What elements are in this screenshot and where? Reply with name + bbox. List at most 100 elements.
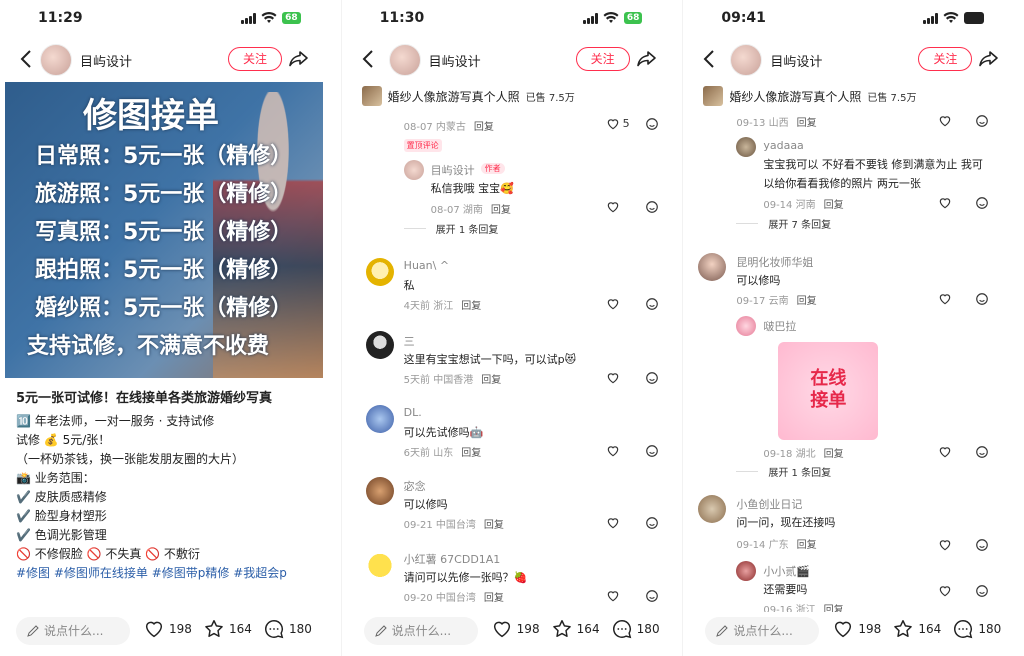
heart-icon[interactable] <box>938 196 952 210</box>
collect-button[interactable]: 164 <box>551 618 600 640</box>
back-icon[interactable] <box>699 48 721 70</box>
post-tags[interactable]: #修图 #修图师在线接单 #修图带p精修 #我超会p <box>16 564 326 583</box>
poster-line: 日常照：5元一张（精修） <box>35 144 293 169</box>
avatar[interactable] <box>736 316 757 336</box>
comment-author[interactable]: 啵巴拉 <box>763 318 796 334</box>
expand-replies[interactable]: 展开 1 条回复 <box>436 221 499 236</box>
like-button[interactable]: 198 <box>143 618 192 640</box>
comment-author[interactable]: 小红薯 67CDD1A1 <box>404 551 501 567</box>
comment-input[interactable]: 说点什么... <box>705 617 820 645</box>
sticker-image[interactable]: 在线接单 <box>778 342 879 440</box>
reply-button[interactable]: 回复 <box>824 449 844 460</box>
share-icon[interactable] <box>636 48 658 70</box>
heart-icon[interactable] <box>606 444 620 458</box>
comment-author[interactable]: Huan\ ^ <box>404 259 449 272</box>
avatar[interactable] <box>403 160 424 180</box>
product-link[interactable]: 婚纱人像旅游写真个人照 已售 7.5万 <box>703 86 916 106</box>
comment-button[interactable]: 180 <box>952 618 1001 640</box>
share-icon[interactable] <box>978 48 1000 70</box>
avatar[interactable] <box>365 405 394 433</box>
follow-button[interactable]: 关注 <box>918 47 973 71</box>
follow-button[interactable]: 关注 <box>575 47 630 71</box>
comment-author[interactable]: yadaaa <box>763 139 803 152</box>
collect-button[interactable]: 164 <box>203 618 252 640</box>
share-icon[interactable] <box>288 48 310 70</box>
comment-author[interactable]: 宓念 <box>404 478 426 494</box>
author-name[interactable]: 目屿设计 <box>770 51 822 70</box>
comment-author[interactable]: 昆明化妆师华姐 <box>736 254 813 270</box>
reply-button[interactable]: 回复 <box>797 296 817 307</box>
heart-icon[interactable] <box>938 445 952 459</box>
emoji-icon[interactable] <box>645 444 659 458</box>
avatar[interactable] <box>736 561 757 581</box>
avatar[interactable] <box>698 253 727 281</box>
heart-icon[interactable] <box>606 371 620 385</box>
emoji-icon[interactable] <box>975 196 989 210</box>
battery-icon: 68 <box>282 12 301 24</box>
comment-author[interactable]: 小小贰🎬 <box>763 563 810 579</box>
comment-input[interactable]: 说点什么... <box>16 617 130 645</box>
collect-button[interactable]: 164 <box>892 618 941 640</box>
emoji-icon[interactable] <box>645 589 659 603</box>
reply-button[interactable]: 回复 <box>484 520 504 531</box>
heart-icon[interactable] <box>606 297 620 311</box>
author-name[interactable]: 目屿设计 <box>429 51 481 70</box>
post-image[interactable]: 修图接单 日常照：5元一张（精修） 旅游照：5元一张（精修） 写真照：5元一张（… <box>5 82 323 378</box>
avatar[interactable] <box>365 331 394 359</box>
expand-replies[interactable]: 展开 1 条回复 <box>768 464 831 479</box>
expand-replies[interactable]: 展开 7 条回复 <box>768 216 831 231</box>
emoji-icon[interactable] <box>975 584 989 598</box>
emoji-icon[interactable] <box>645 516 659 530</box>
like-count: 5 <box>622 117 630 130</box>
comment-button[interactable]: 180 <box>611 618 660 640</box>
heart-icon[interactable] <box>938 292 952 306</box>
reply-button[interactable]: 回复 <box>484 593 504 604</box>
emoji-icon[interactable] <box>975 538 989 552</box>
author-avatar[interactable] <box>730 44 763 76</box>
reply-button[interactable]: 回复 <box>797 118 817 129</box>
emoji-icon[interactable] <box>975 445 989 459</box>
back-icon[interactable] <box>16 48 38 70</box>
avatar[interactable] <box>365 477 394 505</box>
signal-icon <box>582 12 598 24</box>
star-icon <box>894 620 913 637</box>
reply-button[interactable]: 回复 <box>797 540 817 551</box>
heart-icon[interactable] <box>606 117 620 131</box>
comment-author[interactable]: 小鱼创业日记 <box>736 496 802 512</box>
reply-button[interactable]: 回复 <box>824 200 844 211</box>
author-avatar[interactable] <box>388 44 421 76</box>
heart-icon[interactable] <box>938 584 952 598</box>
emoji-icon[interactable] <box>645 297 659 311</box>
avatar[interactable] <box>698 495 727 523</box>
reply-button[interactable]: 回复 <box>481 375 501 386</box>
comment-author[interactable]: 三 <box>404 333 415 349</box>
heart-icon[interactable] <box>938 114 952 128</box>
like-button[interactable]: 198 <box>491 618 540 640</box>
back-icon[interactable] <box>358 48 380 70</box>
reply-button[interactable]: 回复 <box>491 205 511 216</box>
emoji-icon[interactable] <box>975 292 989 306</box>
product-link[interactable]: 婚纱人像旅游写真个人照 已售 7.5万 <box>361 86 575 106</box>
emoji-icon[interactable] <box>645 200 659 214</box>
reply-button[interactable]: 回复 <box>461 301 481 312</box>
avatar[interactable] <box>365 258 394 286</box>
heart-icon[interactable] <box>606 589 620 603</box>
comment-author[interactable]: DL. <box>404 406 422 419</box>
comment-author[interactable]: 目屿设计 <box>431 162 475 178</box>
heart-icon[interactable] <box>938 538 952 552</box>
comment-input[interactable]: 说点什么... <box>363 617 478 645</box>
reply-button[interactable]: 回复 <box>474 122 494 133</box>
reply-button[interactable]: 回复 <box>461 448 481 459</box>
author-avatar[interactable] <box>40 44 72 76</box>
follow-button[interactable]: 关注 <box>228 47 282 71</box>
heart-icon[interactable] <box>606 516 620 530</box>
heart-icon[interactable] <box>606 200 620 214</box>
author-name[interactable]: 目屿设计 <box>80 51 132 70</box>
like-button[interactable]: 198 <box>832 618 881 640</box>
emoji-icon[interactable] <box>645 117 659 131</box>
emoji-icon[interactable] <box>975 114 989 128</box>
emoji-icon[interactable] <box>645 371 659 385</box>
comment-button[interactable]: 180 <box>263 618 312 640</box>
avatar[interactable] <box>365 550 394 578</box>
avatar[interactable] <box>736 137 757 157</box>
